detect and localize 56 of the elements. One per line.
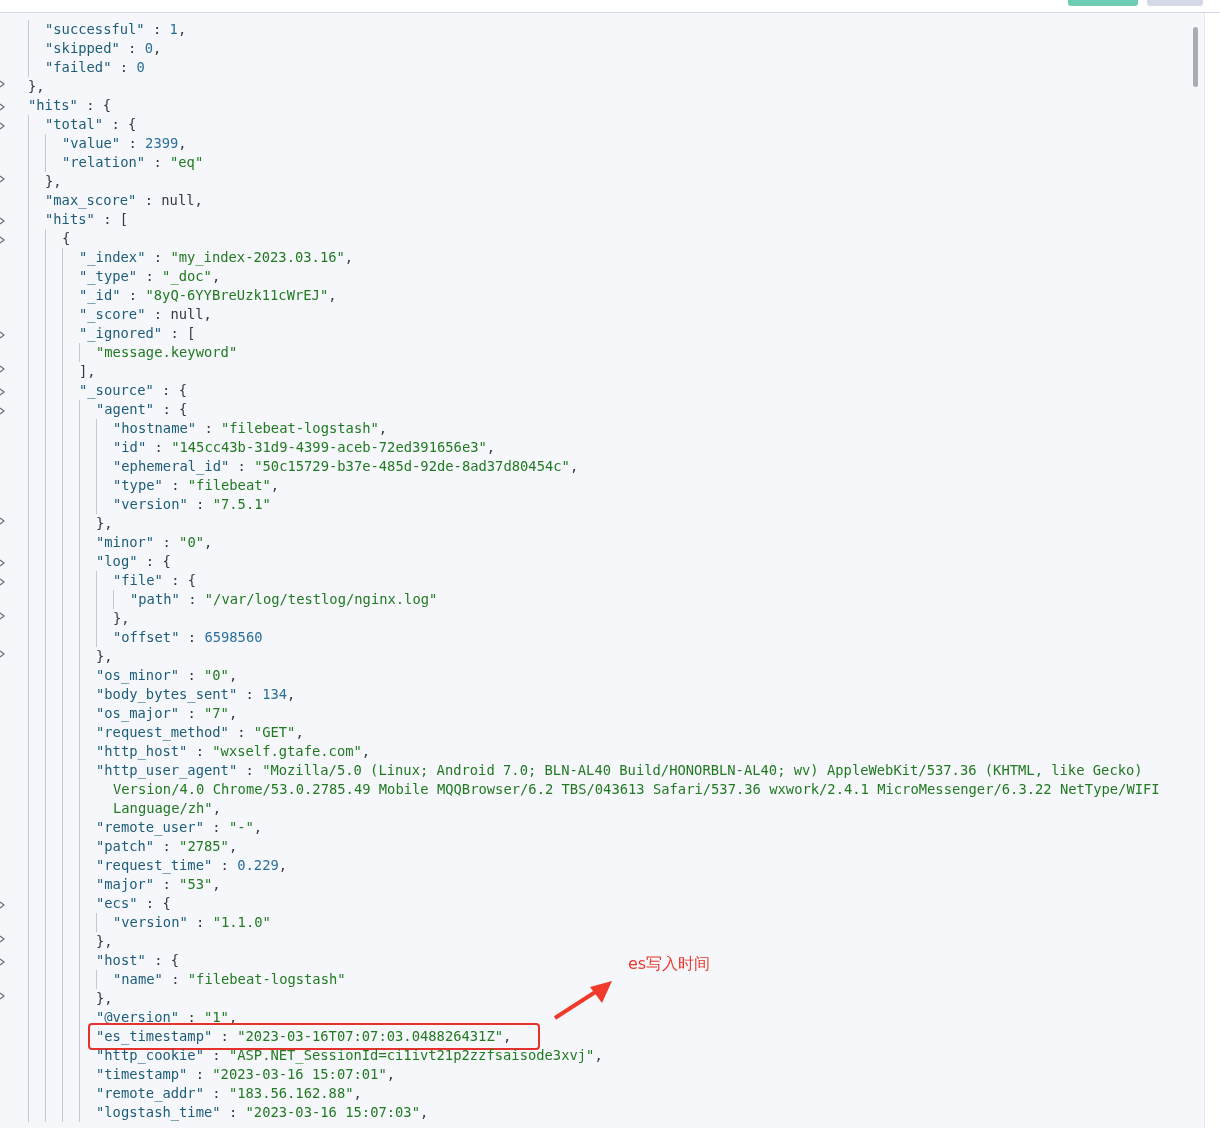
code-line: "remote_addr" : "183.56.162.88", [96,1084,362,1103]
code-line: "request_time" : 0.229, [96,856,288,875]
code-line: "path" : "/var/log/testlog/nginx.log" [130,590,438,609]
code-line: "total" : { [45,115,137,134]
code-line: "http_user_agent" : "Mozilla/5.0 (Linux; Android 7.0; BLN-AL40 Build/HONORBLN-AL40; wv) AppleWebKit/537.36 (KHTML, like Gecko) Version/4.0 Chrome/53.0.2785.49 Mobile MQQBrowser/6.2 TBS/043613 Safari/537.36 wxwork/2.4.1 MicroMessenger/6.3.22 NetType/WIFI Language/zh", [96,761,1160,818]
code-line: "offset" : 6598560 [113,628,263,647]
code-line: "failed" : 0 [45,58,145,77]
code-line: "hostname" : "filebeat-logstash", [113,419,388,438]
code-line: "_index" : "my_index-2023.03.16", [79,248,354,267]
code-line: "name" : "filebeat-logstash" [113,970,346,989]
code-line: "hits" : [ [45,210,129,229]
code-line: "_ignored" : [ [79,324,196,343]
code-line: "id" : "145cc43b-31d9-4399-aceb-72ed391656e3", [113,438,496,457]
annotation-arrow [552,979,614,1021]
code-line: "_type" : "_doc", [79,267,221,286]
code-line: "ecs" : { [96,894,171,913]
code-line: "_id" : "8yQ-6YYBreUzk11cWrEJ", [79,286,337,305]
code-line: "message.keyword" [96,343,238,362]
code-line: "os_major" : "7", [96,704,238,723]
code-line: "skipped" : 0, [45,39,162,58]
code-line: "os_minor" : "0", [96,666,238,685]
code-line: "patch" : "2785", [96,837,238,856]
code-line: "ephemeral_id" : "50c15729-b37e-485d-92de-8ad37d80454c", [113,457,579,476]
code-line: }, [96,932,113,951]
code-line: "logstash_time" : "2023-03-16 15:07:03", [96,1103,429,1122]
code-line: "request_method" : "GET", [96,723,304,742]
code-line: "relation" : "eq" [62,153,204,172]
code-line: "agent" : { [96,400,188,419]
code-line: "log" : { [96,552,171,571]
code-line: }, [96,647,113,666]
code-line: "http_host" : "wxself.gtafe.com", [96,742,371,761]
scrollbar-thumb[interactable] [1193,27,1198,87]
code-line: "successful" : 1, [45,20,187,39]
code-line: "major" : "53", [96,875,221,894]
code-line: }, [96,514,113,533]
code-line: "host" : { [96,951,180,970]
code-line: "file" : { [113,571,197,590]
code-line: "type" : "filebeat", [113,476,280,495]
code-line: "minor" : "0", [96,533,213,552]
code-line: "value" : 2399, [62,134,187,153]
code-line: "_source" : { [79,381,187,400]
annotation-text: es写入时间 [628,954,711,975]
code-line: }, [28,77,45,96]
code-line: "max_score" : null, [45,191,203,210]
code-line: ], [79,362,96,381]
code-line: "_score" : null, [79,305,212,324]
code-line: }, [96,989,113,1008]
code-line: "remote_user" : "-", [96,818,263,837]
code-line: "body_bytes_sent" : 134, [96,685,296,704]
code-line: "hits" : { [28,96,112,115]
code-line: "timestamp" : "2023-03-16 15:07:01", [96,1065,396,1084]
code-line: }, [113,609,130,628]
code-line: { [62,229,71,248]
code-line: "version" : "7.5.1" [113,495,271,514]
code-line: }, [45,172,62,191]
code-line: "version" : "1.1.0" [113,913,271,932]
